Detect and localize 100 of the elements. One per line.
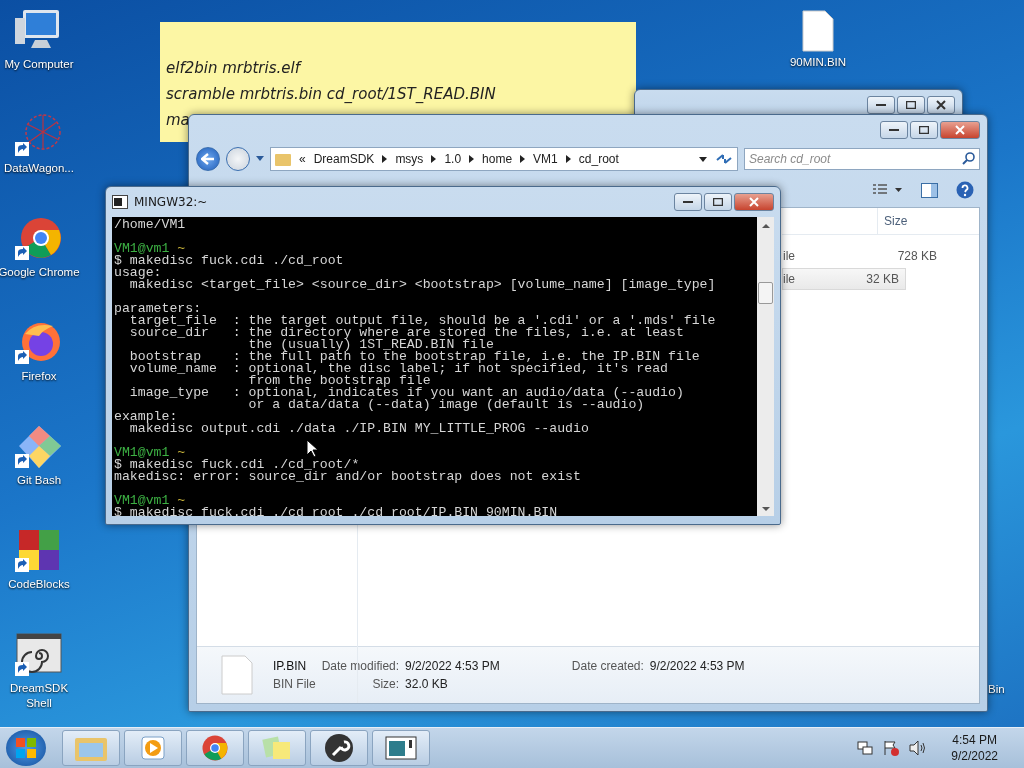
minimize-icon	[876, 103, 886, 107]
minimize-button[interactable]	[867, 96, 895, 114]
desktop-icon-label[interactable]: 90MIN.BIN	[789, 55, 847, 70]
maximize-icon	[713, 198, 723, 206]
desktop-icon-label[interactable]: Git Bash	[16, 473, 62, 488]
breadcrumb[interactable]: 1.0	[444, 152, 462, 166]
close-icon	[936, 100, 946, 110]
folder-icon	[275, 152, 291, 166]
breadcrumb-overflow[interactable]: «	[299, 152, 306, 166]
file-row[interactable]: ile 728 KB	[782, 245, 944, 267]
window-title: MINGW32:~	[134, 195, 209, 209]
search-icon	[962, 152, 975, 165]
desktop-icon-label[interactable]: Bin	[988, 682, 1005, 697]
network-icon[interactable]	[857, 740, 874, 756]
caret-icon[interactable]	[699, 156, 707, 162]
field-label: Size:	[371, 677, 400, 691]
terminal-line: makedisc: error: source_dir and/or bootstrap does not exist	[114, 469, 581, 484]
browser-icon	[200, 733, 230, 763]
table-cell-text: 728 KB	[897, 249, 938, 263]
breadcrumb[interactable]: home	[482, 152, 513, 166]
terminal-line: parameters:	[114, 301, 202, 316]
file-icon	[221, 655, 253, 695]
windows-logo-icon	[16, 738, 36, 758]
terminal-line: $ makedisc fuck.cdi ./cd_root/*	[114, 457, 360, 472]
view-options-icon[interactable]	[873, 183, 903, 197]
back-arrow-icon	[201, 153, 215, 165]
minimize-icon	[889, 128, 899, 132]
forward-button[interactable]	[226, 147, 250, 171]
preview-pane-icon[interactable]	[921, 182, 938, 198]
close-button[interactable]	[927, 96, 955, 114]
search-field[interactable]: Search cd_root	[744, 148, 980, 170]
prompt-directory: ~	[177, 445, 186, 460]
terminal-line: usage:	[114, 265, 162, 280]
prompt-directory: ~	[177, 493, 186, 508]
breadcrumb[interactable]: msys	[395, 152, 424, 166]
notes-icon	[261, 734, 293, 762]
minimize-icon	[683, 200, 693, 204]
prompt-directory: ~	[177, 241, 186, 256]
desktop-icon-label[interactable]: CodeBlocks	[8, 577, 70, 592]
field-value: 32.0 KB	[405, 677, 449, 691]
terminal-line: target_file : the target output file, should be a '.cdi' or a '.mds' file	[129, 313, 716, 328]
back-button[interactable]	[196, 147, 220, 171]
field-label: Date created:	[571, 659, 644, 673]
minimize-button[interactable]	[880, 121, 908, 139]
desktop-icon-label[interactable]: DataWagon...	[4, 161, 74, 176]
breadcrumb[interactable]: DreamSDK	[313, 152, 375, 166]
scroll-up-icon[interactable]	[761, 223, 770, 229]
help-icon[interactable]	[956, 181, 974, 199]
clock[interactable]: 4:54 PM 9/2/2022	[951, 732, 998, 764]
breadcrumb[interactable]: cd_root	[578, 152, 619, 166]
window-icon	[385, 735, 417, 761]
network-icon	[15, 112, 63, 158]
browser-icon	[15, 216, 63, 262]
flag-icon[interactable]	[883, 740, 900, 756]
file-icon	[801, 10, 835, 52]
desktop-icon-label[interactable]: My Computer	[4, 57, 74, 72]
field-label: Date modified:	[321, 659, 400, 673]
address-bar[interactable]: « DreamSDK msys 1.0 home VM1 cd_root	[270, 147, 738, 171]
close-button[interactable]	[734, 193, 774, 211]
refresh-icon[interactable]	[715, 152, 733, 166]
prompt-user: VM1@vm1	[114, 493, 170, 508]
play-icon	[139, 734, 167, 762]
terminal-line: makedisc output.cdi ./data ./IP.BIN MY_LITTLE_PROG --audio	[129, 421, 589, 436]
chevron-icon	[431, 155, 437, 163]
chevron-icon	[382, 155, 388, 163]
fox-icon	[15, 320, 63, 366]
maximize-button[interactable]	[897, 96, 925, 114]
close-button[interactable]	[940, 121, 980, 139]
cursor-icon	[306, 439, 318, 458]
terminal-icon	[112, 195, 128, 209]
chevron-icon	[469, 155, 475, 163]
table-cell-text: 32 KB	[866, 272, 900, 286]
taskbar-button[interactable]	[310, 730, 368, 766]
table-cell: ile	[783, 272, 795, 286]
start-button[interactable]	[6, 730, 46, 766]
close-icon	[749, 197, 759, 207]
terminal-line: /home/VM1	[114, 217, 186, 232]
maximize-button[interactable]	[704, 193, 732, 211]
close-icon	[955, 125, 965, 135]
column-header[interactable]: Size	[877, 208, 979, 234]
scrollbar[interactable]	[757, 217, 774, 516]
minimize-button[interactable]	[674, 193, 702, 211]
chevron-icon	[565, 155, 571, 163]
scroll-down-icon[interactable]	[761, 506, 770, 512]
breadcrumb[interactable]: VM1	[533, 152, 558, 166]
note-line: scramble mrbtris.bin cd_root/1ST_READ.BIN	[166, 84, 496, 105]
prompt-user: VM1@vm1	[114, 241, 170, 256]
prompt-user: VM1@vm1	[114, 445, 170, 460]
desktop-icon-label[interactable]: DreamSDK Shell	[0, 681, 81, 711]
volume-icon[interactable]	[909, 740, 928, 756]
maximize-button[interactable]	[910, 121, 938, 139]
maximize-icon	[906, 101, 916, 109]
desktop-icon-label[interactable]: Firefox	[21, 369, 57, 384]
file-row[interactable]: ile 32 KB	[782, 268, 906, 290]
spiral-icon	[15, 632, 63, 678]
note-line: ma	[166, 110, 190, 131]
maximize-icon	[919, 126, 929, 134]
scroll-thumb[interactable]	[758, 281, 773, 304]
table-cell: ile	[783, 249, 795, 263]
note-line: elf2bin mrbtris.elf	[166, 58, 300, 79]
